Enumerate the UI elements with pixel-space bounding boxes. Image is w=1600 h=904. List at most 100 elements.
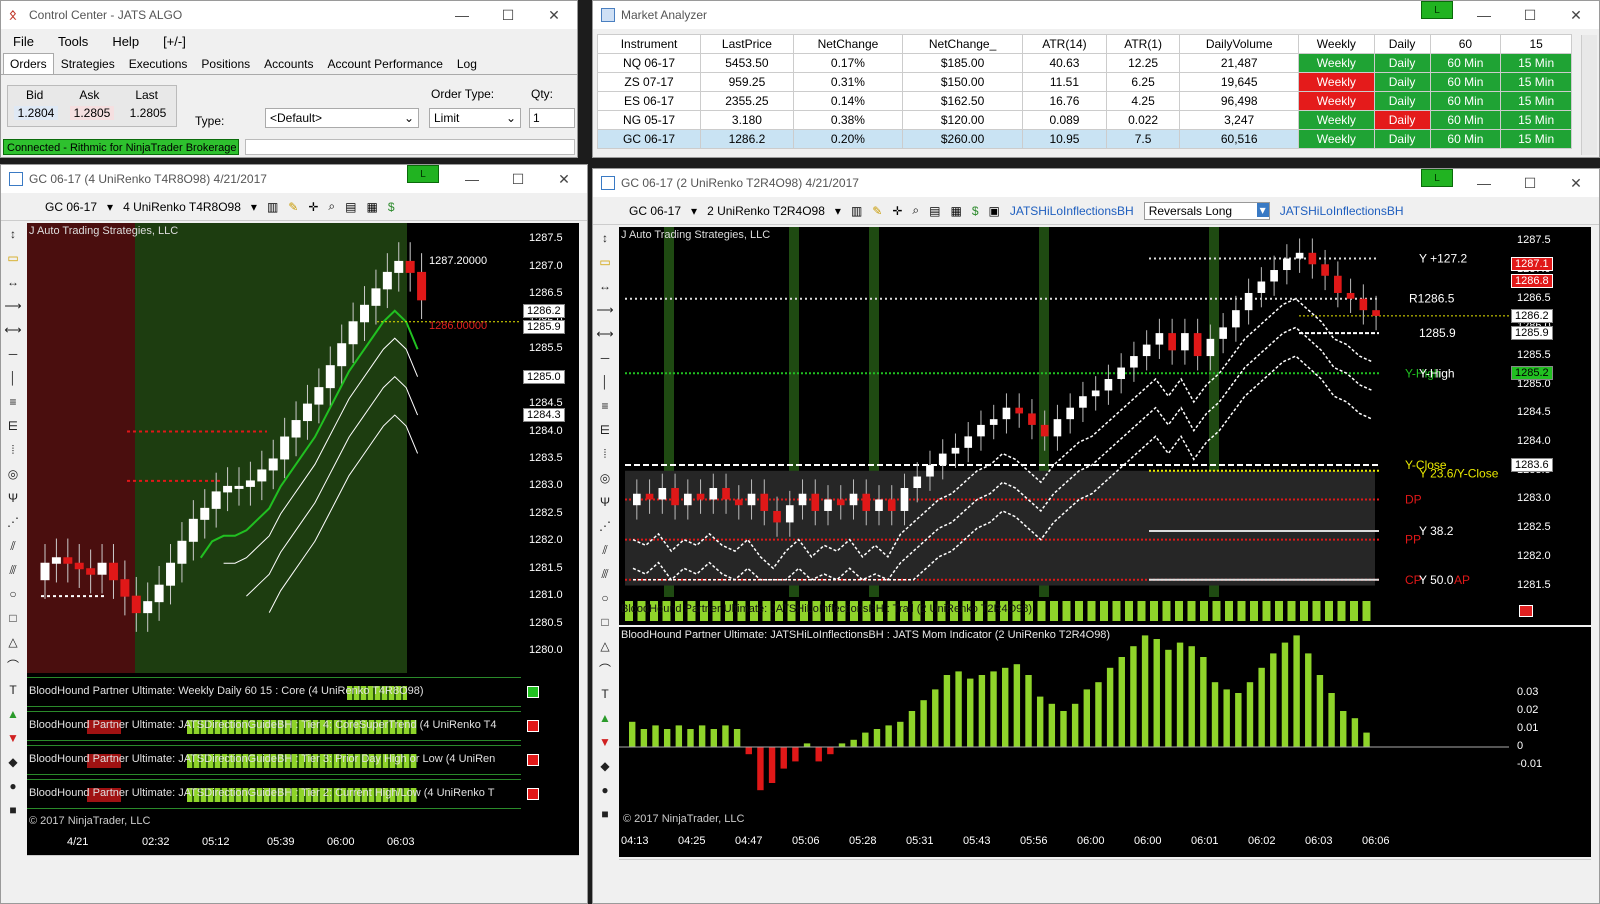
maximize-icon[interactable]: ☐ (1507, 1, 1553, 29)
triangle-icon[interactable]: △ (600, 637, 609, 655)
rectangle-icon[interactable]: □ (601, 613, 608, 631)
minimize-icon[interactable]: — (439, 1, 485, 29)
strategy-link-2[interactable]: JATSHiLoInflectionsBH (1280, 204, 1404, 218)
period-selector[interactable]: 4 UniRenko T4R8O98 (123, 200, 241, 214)
vertical-line-icon[interactable]: │ (601, 373, 609, 391)
pencil-icon[interactable]: ✎ (872, 204, 882, 218)
indicators-icon[interactable]: ▦ (366, 200, 377, 214)
trend-channel-icon[interactable]: ⫻ (601, 565, 608, 583)
crosshair-icon[interactable]: ✛ (308, 200, 318, 214)
minimize-icon[interactable]: — (1461, 1, 1507, 29)
arc-icon[interactable]: ⌒ (7, 657, 19, 675)
fib-extension-icon[interactable]: ⋿ (8, 417, 18, 435)
column-header[interactable]: NetChange (792, 34, 904, 54)
crosshair-icon[interactable]: ✛ (892, 204, 902, 218)
dollar-icon[interactable]: $ (972, 204, 979, 218)
tab-strategies[interactable]: Strategies (54, 53, 122, 74)
fib-extension-icon[interactable]: ⋿ (600, 421, 610, 439)
column-header[interactable]: Weekly (1298, 34, 1375, 54)
table-row[interactable]: GC 06-17 1286.2 0.20% $260.00 10.95 7.5 60,516… (596, 129, 1572, 149)
horizontal-line-icon[interactable]: ─ (9, 345, 18, 363)
fib-retracement-icon[interactable]: ≡ (9, 393, 16, 411)
horizontal-scrollbar[interactable] (619, 859, 1591, 875)
andrews-pitchfork-icon[interactable]: Ψ (600, 493, 610, 511)
properties-icon[interactable]: ▣ (989, 204, 1000, 218)
type-select[interactable]: <Default> ⌄ (265, 108, 419, 128)
pointer-icon[interactable]: ↕ (10, 225, 16, 243)
bar-type-icon[interactable]: ▥ (851, 204, 862, 218)
fib-retracement-icon[interactable]: ≡ (601, 397, 608, 415)
dollar-icon[interactable]: $ (388, 200, 395, 214)
ask-value[interactable]: 1.2805 (69, 106, 115, 120)
horizontal-line-icon[interactable]: ─ (601, 349, 610, 367)
chevron-down-icon[interactable]: ▾ (107, 200, 113, 214)
close-icon[interactable]: ✕ (541, 165, 587, 193)
strategies-icon[interactable]: ▤ (345, 200, 356, 214)
column-header[interactable]: ATR(1) (1105, 34, 1181, 54)
maximize-icon[interactable]: ☐ (495, 165, 541, 193)
column-header[interactable]: ATR(14) (1022, 34, 1107, 54)
pan-icon[interactable]: ▭ (7, 249, 18, 267)
arrow-up-icon[interactable]: ▲ (599, 709, 611, 727)
arc-icon[interactable]: ⌒ (599, 661, 611, 679)
instrument-selector[interactable]: GC 06-17 (45, 200, 97, 214)
text-icon[interactable]: T (9, 681, 16, 699)
column-header[interactable]: Instrument (596, 34, 702, 54)
ray-icon[interactable]: ⟶ (4, 297, 21, 315)
link-badge[interactable]: L (1421, 169, 1453, 187)
trend-channel-icon[interactable]: ⫻ (9, 561, 16, 579)
andrews-pitchfork-icon[interactable]: Ψ (8, 489, 18, 507)
pointer-icon[interactable]: ↕ (602, 229, 608, 247)
maximize-icon[interactable]: ☐ (485, 1, 531, 29)
tab-accounts[interactable]: Accounts (257, 53, 320, 74)
fib-circle-icon[interactable]: ◎ (600, 469, 610, 487)
fib-time-icon[interactable]: ⦙ (604, 445, 607, 463)
menu-help[interactable]: Help (100, 34, 151, 49)
arrow-line-icon[interactable]: ↔ (599, 277, 611, 295)
column-header[interactable]: NetChange_ (902, 34, 1024, 54)
qty-input[interactable]: 1 (529, 108, 575, 128)
tab-positions[interactable]: Positions (194, 53, 257, 74)
chevron-down-icon[interactable]: ▾ (691, 204, 697, 218)
reversal-select[interactable]: Reversals Long ▾ (1143, 201, 1270, 220)
table-row[interactable]: NG 05-17 3.180 0.38% $120.00 0.089 0.022 3,247… (596, 110, 1572, 130)
pan-icon[interactable]: ▭ (599, 253, 610, 271)
strategies-icon[interactable]: ▤ (929, 204, 940, 218)
rectangle-icon[interactable]: □ (9, 609, 16, 627)
tab-log[interactable]: Log (450, 53, 484, 74)
vertical-line-icon[interactable]: │ (9, 369, 17, 387)
column-header[interactable]: Daily (1373, 34, 1431, 54)
arrow-down-icon[interactable]: ▼ (7, 729, 19, 747)
chevron-down-icon[interactable]: ▾ (835, 204, 841, 218)
arrow-down-icon[interactable]: ▼ (599, 733, 611, 751)
strategy-link-1[interactable]: JATSHiLoInflectionsBH (1010, 204, 1134, 218)
close-icon[interactable]: ✕ (1553, 169, 1599, 197)
ellipse-icon[interactable]: ○ (601, 589, 608, 607)
horizontal-scrollbar[interactable] (27, 855, 579, 871)
menu-file[interactable]: File (1, 34, 46, 49)
zoom-icon[interactable]: ⌕ (912, 203, 919, 218)
table-row[interactable]: ZS 07-17 959.25 0.31% $150.00 11.51 6.25 19,64… (596, 72, 1572, 92)
square-icon[interactable]: ■ (601, 805, 608, 823)
close-icon[interactable]: ✕ (531, 1, 577, 29)
ray-icon[interactable]: ⟶ (596, 301, 613, 319)
instrument-selector[interactable]: GC 06-17 (629, 204, 681, 218)
minimize-icon[interactable]: — (1461, 169, 1507, 197)
fib-time-icon[interactable]: ⦙ (12, 441, 15, 459)
order-type-select[interactable]: Limit ⌄ (429, 108, 521, 128)
arrow-line-icon[interactable]: ↔ (7, 273, 19, 291)
arrow-up-icon[interactable]: ▲ (7, 705, 19, 723)
tab-account-performance[interactable]: Account Performance (320, 53, 449, 74)
link-badge[interactable]: L (407, 165, 439, 183)
text-icon[interactable]: T (601, 685, 608, 703)
bar-type-icon[interactable]: ▥ (267, 200, 278, 214)
zoom-icon[interactable]: ⌕ (328, 199, 335, 214)
extended-line-icon[interactable]: ⟷ (596, 325, 613, 343)
maximize-icon[interactable]: ☐ (1507, 169, 1553, 197)
diamond-icon[interactable]: ◆ (8, 753, 17, 771)
square-icon[interactable]: ■ (9, 801, 16, 819)
table-row[interactable]: ES 06-17 2355.25 0.14% $162.50 16.76 4.25 96,4… (596, 91, 1572, 111)
column-header[interactable]: 15 (1500, 34, 1572, 54)
regression-icon[interactable]: ⫽ (602, 541, 607, 559)
extended-line-icon[interactable]: ⟷ (4, 321, 21, 339)
